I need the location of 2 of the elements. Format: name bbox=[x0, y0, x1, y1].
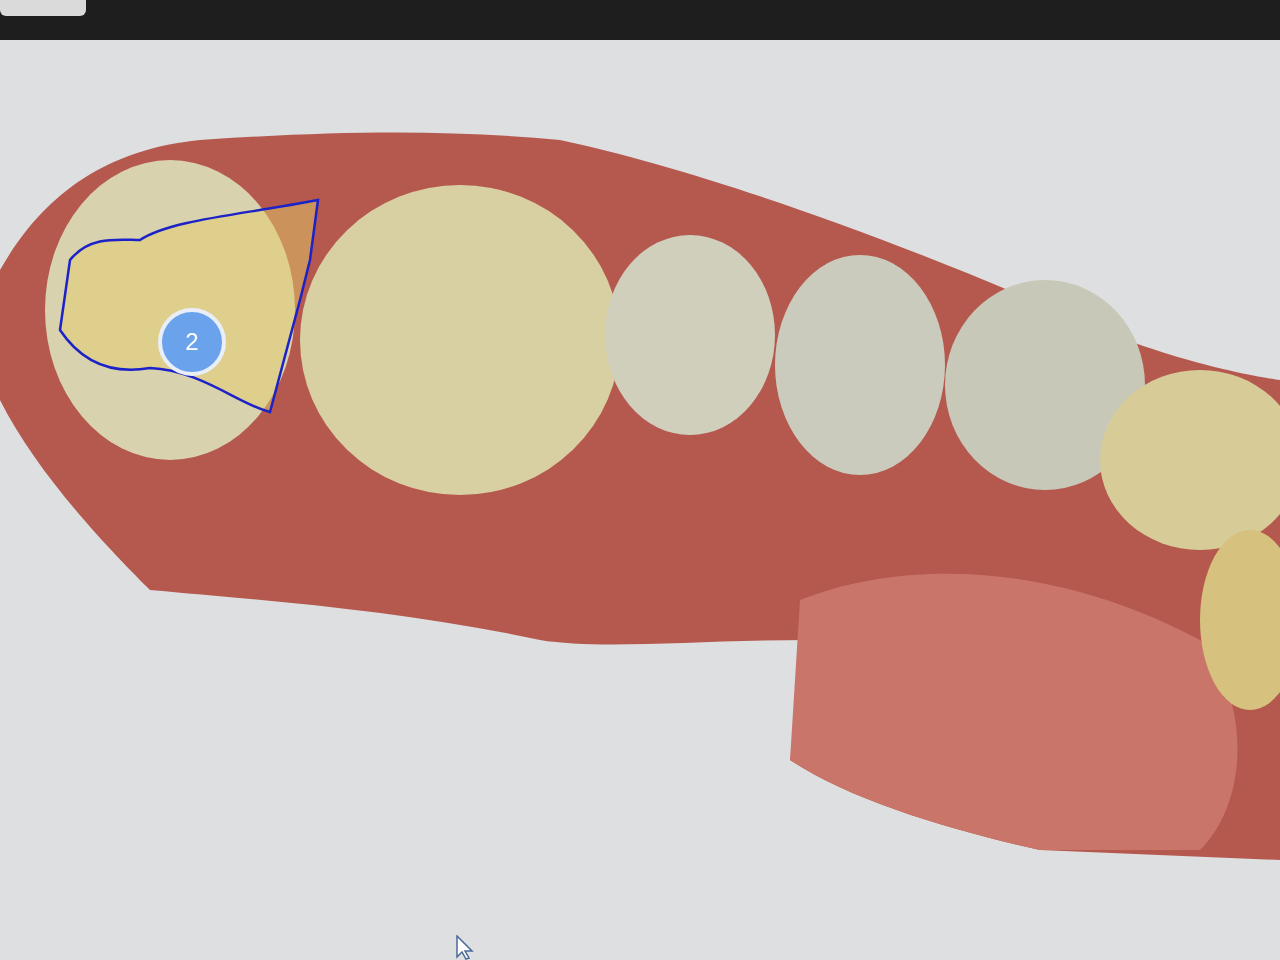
toolbar-button[interactable] bbox=[0, 0, 86, 16]
cursor-icon bbox=[456, 935, 474, 960]
